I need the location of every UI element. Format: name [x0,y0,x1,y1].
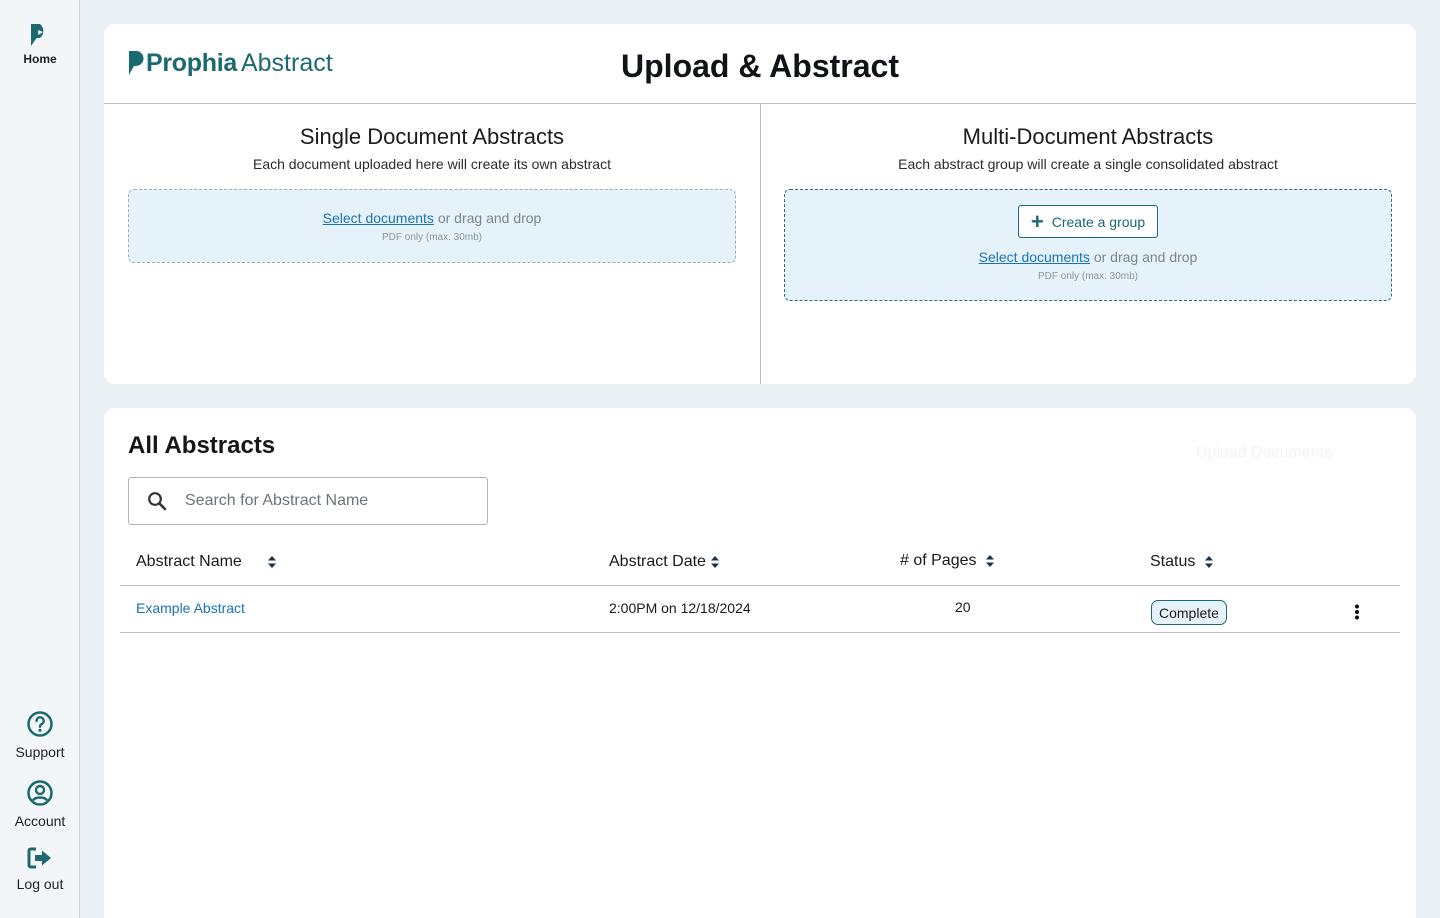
column-header-pages[interactable]: # of Pages [900,552,994,570]
abstract-date: 2:00PM on 12/18/2024 [609,600,751,616]
multi-doc-section: Multi-Document Abstracts Each abstract g… [760,124,1416,172]
single-doc-title: Single Document Abstracts [299,124,565,149]
sort-icon [710,556,719,568]
column-header-abstract-date[interactable]: Abstract Date [609,553,719,571]
nav-home-label: Home [23,52,57,66]
multi-doc-dropzone[interactable]: + Create a group Select documents or dra… [784,189,1392,301]
column-label-pages: # of Pages [900,552,977,569]
single-select-documents-link[interactable]: Select documents [323,210,434,226]
page-count: 20 [955,599,971,615]
search-box[interactable] [128,477,488,525]
single-doc-dropzone[interactable]: Select documents or drag and drop PDF on… [128,189,736,263]
upload-card: Prophia Abstract Upload & Abstract Singl… [104,24,1416,384]
abstract-name-link[interactable]: Example Abstract [136,600,245,616]
table-header-divider [120,585,1400,586]
single-doc-section: Single Document Abstracts Each document … [104,124,760,172]
create-group-button[interactable]: + Create a group [1017,205,1159,238]
column-header-status[interactable]: Status [1150,553,1214,571]
sort-icon [985,555,994,567]
column-label-abstract-date: Abstract Date [609,553,706,570]
sidebar: Home Support Account Log out [0,0,80,918]
multi-file-hint: PDF only (max. 30mb) [1037,271,1139,282]
multi-doc-subtitle: Each abstract group will create a single… [898,156,1278,172]
sort-icon [267,556,276,568]
nav-account[interactable]: Account [0,779,80,829]
home-logo-icon [31,24,44,46]
more-options-icon[interactable] [1354,604,1360,625]
nav-account-label: Account [14,813,66,829]
single-doc-subtitle: Each document uploaded here will create … [253,156,611,172]
plus-icon: + [1030,208,1044,234]
single-drag-text: or drag and drop [433,210,542,226]
nav-home[interactable]: Home [0,22,80,66]
search-input[interactable] [185,492,475,510]
multi-dropzone-text: Select documents or drag and drop [785,249,1391,265]
create-group-label: Create a group [1051,213,1146,230]
sort-icon [1205,556,1214,568]
page-title: Upload & Abstract [621,48,899,84]
multi-drag-text: or drag and drop [1089,249,1198,265]
nav-logout-label: Log out [16,876,64,892]
upload-documents-ghost-label: Upload Documents [1196,444,1333,461]
status-badge: Complete [1151,600,1227,625]
account-icon [27,780,53,806]
column-label-status: Status [1150,553,1196,570]
single-dropzone-text: Select documents or drag and drop [129,210,735,226]
column-header-abstract-name[interactable]: Abstract Name [136,553,276,571]
multi-select-documents-link[interactable]: Select documents [979,249,1090,265]
logout-icon [27,847,51,869]
nav-support[interactable]: Support [0,710,80,760]
list-title: All Abstracts [128,432,276,459]
abstracts-list-card: All Abstracts Upload Documents Abstract … [104,408,1416,918]
nav-support-label: Support [15,744,65,760]
nav-logout[interactable]: Log out [0,846,80,892]
help-icon [27,711,53,737]
column-label-abstract-name: Abstract Name [136,553,242,570]
multi-doc-title: Multi-Document Abstracts [962,124,1214,149]
table-row-divider [120,632,1400,633]
search-icon [129,491,185,511]
single-file-hint: PDF only (max. 30mb) [381,232,483,243]
